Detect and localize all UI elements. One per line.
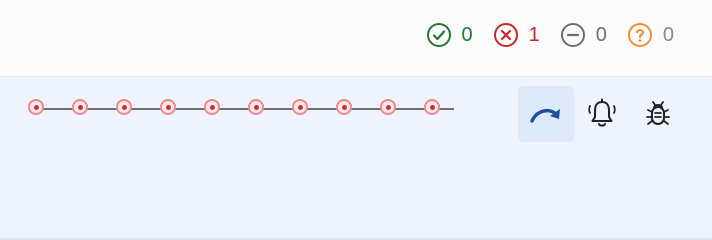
failed-count: 1 <box>528 24 540 46</box>
unknown-counter[interactable]: 0 <box>627 22 674 48</box>
alerts-button[interactable] <box>574 86 630 142</box>
skipped-count: 0 <box>595 24 607 46</box>
redo-button[interactable] <box>518 86 574 142</box>
timeline-step-failed[interactable] <box>28 99 44 115</box>
timeline-step-failed[interactable] <box>248 99 264 115</box>
x-circle-icon <box>493 23 518 47</box>
timeline-step-failed[interactable] <box>116 99 132 115</box>
run-toolbar <box>518 86 686 142</box>
timeline-step-failed[interactable] <box>336 99 352 115</box>
timeline-step-failed[interactable] <box>160 99 176 115</box>
passed-count: 0 <box>461 24 473 46</box>
timeline-step-failed[interactable] <box>204 99 220 115</box>
bell-icon <box>588 98 616 127</box>
timeline-step-failed[interactable] <box>424 99 440 115</box>
status-counters: 0 1 0 0 <box>406 22 674 48</box>
question-circle-icon <box>627 23 652 47</box>
check-circle-icon <box>426 23 451 47</box>
passed-counter[interactable]: 0 <box>426 22 473 48</box>
step-timeline <box>24 97 456 121</box>
status-header: 0 1 0 0 <box>0 0 712 77</box>
test-run-panel: 0 1 0 0 <box>0 0 712 240</box>
minus-circle-icon <box>560 23 585 47</box>
debug-button[interactable] <box>630 86 686 142</box>
failed-counter[interactable]: 1 <box>493 22 540 48</box>
unknown-count: 0 <box>662 24 674 46</box>
timeline-step-failed[interactable] <box>292 99 308 115</box>
bug-icon <box>646 101 670 125</box>
timeline-step-failed[interactable] <box>72 99 88 115</box>
timeline-step-failed[interactable] <box>380 99 396 115</box>
redo-arrow-icon <box>530 108 560 123</box>
skipped-counter[interactable]: 0 <box>560 22 607 48</box>
